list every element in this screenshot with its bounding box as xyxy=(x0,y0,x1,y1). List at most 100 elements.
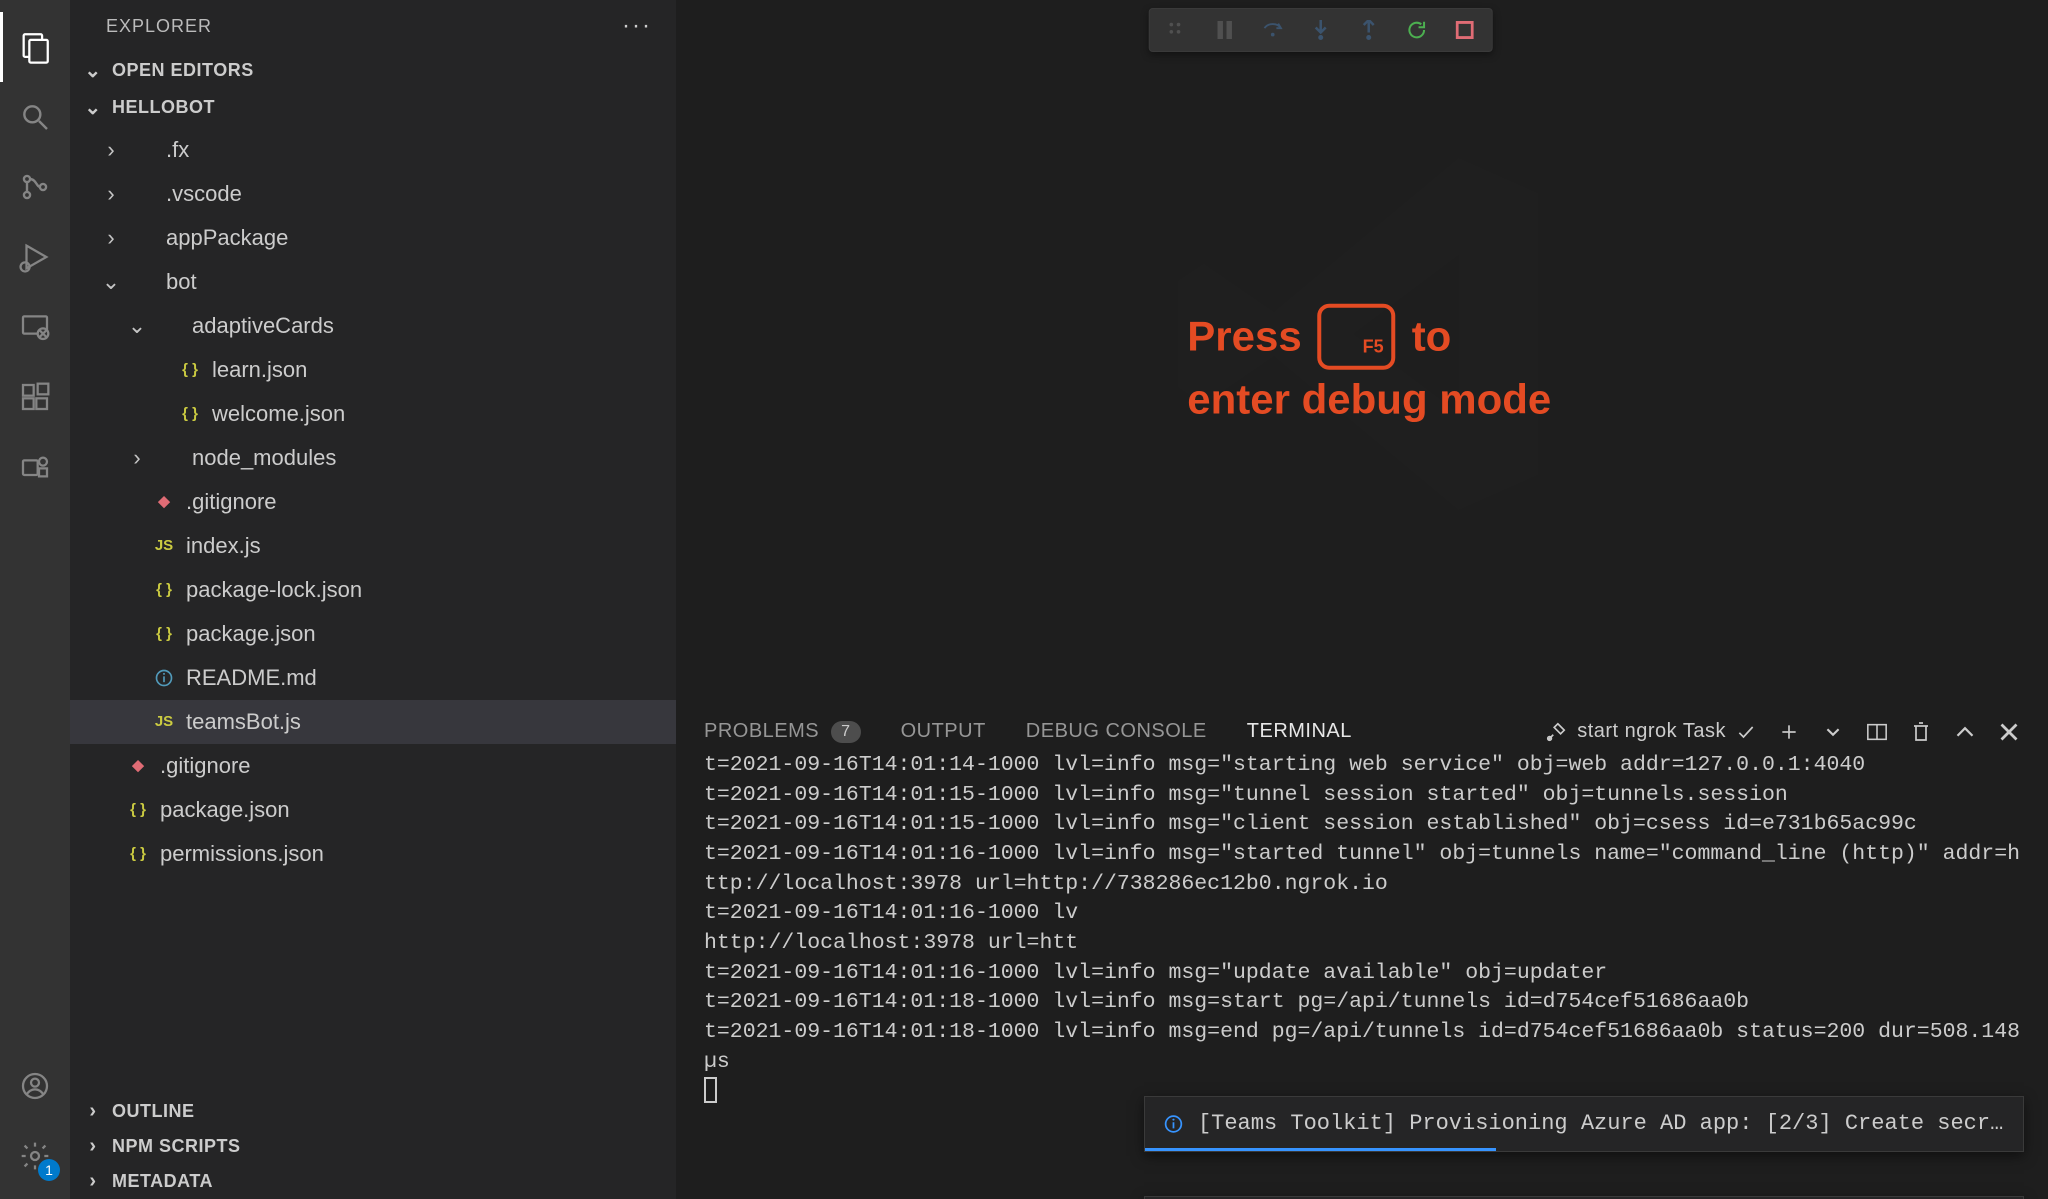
tree-row[interactable]: { } learn.json xyxy=(70,348,676,392)
tab-debug-console[interactable]: DEBUG CONSOLE xyxy=(1026,720,1207,743)
tree-row[interactable]: { }permissions.json xyxy=(70,832,676,876)
tree-label: package.json xyxy=(186,612,316,656)
tree-row[interactable]: ⌄ bot xyxy=(70,260,676,304)
more-actions-icon[interactable]: ··· xyxy=(622,12,652,40)
tree-row[interactable]: { }welcome.json xyxy=(70,392,676,436)
json-file-icon: { } xyxy=(126,842,150,866)
tree-label: teamsBot.js xyxy=(186,700,301,744)
terminal-line: t=2021-09-16T14:01:18-1000 lvl=info msg=… xyxy=(704,988,2020,1018)
tree-label: adaptiveCards xyxy=(192,304,334,348)
tree-row[interactable]: ◆ .gitignore xyxy=(70,744,676,788)
split-terminal-icon[interactable] xyxy=(1866,722,1888,742)
tab-terminal[interactable]: TERMINAL xyxy=(1247,720,1352,743)
blank-icon xyxy=(132,138,156,162)
settings-gear-icon[interactable]: 1 xyxy=(0,1121,70,1191)
npm-scripts-section[interactable]: › NPM SCRIPTS xyxy=(70,1129,676,1164)
teams-toolkit-activity-icon[interactable] xyxy=(0,432,70,502)
tree-label: package.json xyxy=(160,788,290,832)
terminal-output[interactable]: t=2021-09-16T14:01:14-1000 lvl=info msg=… xyxy=(676,751,2048,1199)
info-icon xyxy=(1163,1112,1184,1136)
tree-row[interactable]: { }package-lock.json xyxy=(70,568,676,612)
terminal-line: http://localhost:3978 url=htt xyxy=(704,929,2020,959)
run-debug-activity-icon[interactable] xyxy=(0,222,70,292)
remote-explorer-activity-icon[interactable] xyxy=(0,292,70,362)
sidebar: EXPLORER ··· ⌄ OPEN EDITORS ⌄ HELLOBOT ›… xyxy=(70,0,676,1199)
task-indicator[interactable]: start ngrok Task xyxy=(1545,720,1756,743)
cursor-icon xyxy=(704,1077,717,1103)
metadata-label: METADATA xyxy=(112,1171,213,1192)
settings-badge: 1 xyxy=(38,1159,60,1181)
close-panel-icon[interactable] xyxy=(1998,723,2020,741)
source-control-activity-icon[interactable] xyxy=(0,152,70,222)
terminal-line: t=2021-09-16T14:01:14-1000 lvl=info msg=… xyxy=(704,751,2020,781)
tree-label: .gitignore xyxy=(160,744,251,788)
explorer-activity-icon[interactable] xyxy=(0,12,70,82)
maximize-panel-icon[interactable] xyxy=(1954,725,1976,739)
notification-text: [Teams Toolkit] Provisioning Azure AD ap… xyxy=(1198,1109,2005,1139)
tab-output[interactable]: OUTPUT xyxy=(901,720,986,743)
tree-label: node_modules xyxy=(192,436,336,480)
tree-label: learn.json xyxy=(212,348,307,392)
tree-row[interactable]: ›.fx xyxy=(70,128,676,172)
json-file-icon: { } xyxy=(126,798,150,822)
tab-problems-label: PROBLEMS xyxy=(704,720,819,743)
search-activity-icon[interactable] xyxy=(0,82,70,152)
debug-hint-overlay: Press F5 to enter debug mode xyxy=(1187,307,1551,428)
tree-label: .vscode xyxy=(166,172,242,216)
check-icon xyxy=(1736,722,1756,742)
sidebar-title-label: EXPLORER xyxy=(106,16,212,37)
accounts-icon[interactable] xyxy=(0,1051,70,1121)
file-tree: ›.fx›.vscode›appPackage⌄bot⌄adaptiveCard… xyxy=(70,126,676,876)
chevron-down-icon: ⌄ xyxy=(100,260,122,304)
new-terminal-icon[interactable] xyxy=(1778,722,1800,742)
chevron-right-icon: › xyxy=(84,1100,102,1123)
editor-empty-state: Press F5 to enter debug mode xyxy=(676,0,2048,711)
kill-terminal-icon[interactable] xyxy=(1910,721,1932,743)
blank-icon xyxy=(158,314,182,338)
tree-row[interactable]: ›.vscode xyxy=(70,172,676,216)
progress-bar xyxy=(1145,1148,1496,1151)
blank-icon xyxy=(132,270,156,294)
tree-row[interactable]: README.md xyxy=(70,656,676,700)
activity-bar: 1 xyxy=(0,0,70,1199)
tree-label: index.js xyxy=(186,524,261,568)
js-file-icon: JS xyxy=(152,710,176,734)
tree-row[interactable]: JSindex.js xyxy=(70,524,676,568)
extensions-activity-icon[interactable] xyxy=(0,362,70,432)
metadata-section[interactable]: › METADATA xyxy=(70,1164,676,1199)
tree-row[interactable]: ›appPackage xyxy=(70,216,676,260)
terminal-line: t=2021-09-16T14:01:16-1000 lvl=info msg=… xyxy=(704,840,2020,899)
overlay-to: to xyxy=(1412,309,1452,366)
workspace-label: HELLOBOT xyxy=(112,97,215,118)
open-editors-label: OPEN EDITORS xyxy=(112,60,254,81)
outline-section[interactable]: › OUTLINE xyxy=(70,1094,676,1129)
panel-tabs: PROBLEMS 7 OUTPUT DEBUG CONSOLE TERMINAL… xyxy=(676,712,2048,751)
terminal-line: t=2021-09-16T14:01:16-1000 lv xyxy=(704,899,2020,929)
chevron-right-icon: › xyxy=(126,436,148,480)
terminal-line: t=2021-09-16T14:01:16-1000 lvl=info msg=… xyxy=(704,959,2020,989)
gitignore-file-icon: ◆ xyxy=(152,490,176,514)
tree-row[interactable]: { }package.json xyxy=(70,612,676,656)
json-file-icon: { } xyxy=(178,358,202,382)
tree-row[interactable]: { } package.json xyxy=(70,788,676,832)
blank-icon xyxy=(132,182,156,206)
tree-row[interactable]: ◆.gitignore xyxy=(70,480,676,524)
terminal-dropdown-icon[interactable] xyxy=(1822,725,1844,739)
tree-row[interactable]: ⌄adaptiveCards xyxy=(70,304,676,348)
terminal-line: t=2021-09-16T14:01:15-1000 lvl=info msg=… xyxy=(704,781,2020,811)
sidebar-title: EXPLORER ··· xyxy=(70,0,676,52)
tab-terminal-label: TERMINAL xyxy=(1247,720,1352,743)
tree-label: bot xyxy=(166,260,197,304)
gitignore-file-icon: ◆ xyxy=(126,754,150,778)
blank-icon xyxy=(132,226,156,250)
notification-toast[interactable]: [Teams Toolkit] Provisioning Azure AD ap… xyxy=(1144,1096,2024,1152)
workspace-section[interactable]: ⌄ HELLOBOT xyxy=(70,89,676,126)
open-editors-section[interactable]: ⌄ OPEN EDITORS xyxy=(70,52,676,89)
tree-row[interactable]: › node_modules xyxy=(70,436,676,480)
tools-icon xyxy=(1545,721,1567,743)
chevron-right-icon: › xyxy=(84,1135,102,1158)
tab-output-label: OUTPUT xyxy=(901,720,986,743)
tree-row[interactable]: JS teamsBot.js xyxy=(70,700,676,744)
overlay-line2: enter debug mode xyxy=(1187,371,1551,428)
tab-problems[interactable]: PROBLEMS 7 xyxy=(704,720,861,743)
